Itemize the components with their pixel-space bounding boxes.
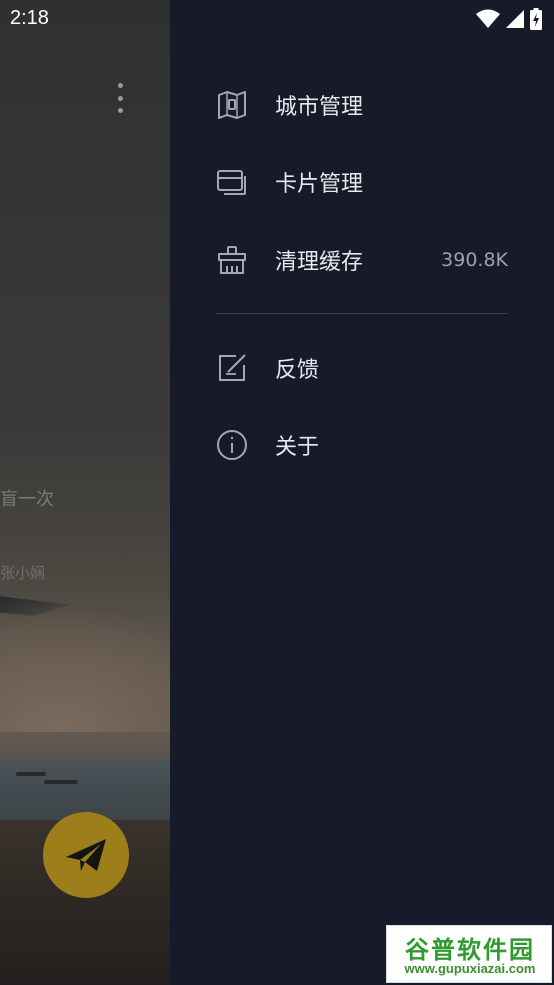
map-icon	[216, 89, 248, 121]
navigation-drawer: 城市管理 卡片管理 清理缓存 390.8K 反馈 关于	[170, 0, 554, 985]
drawer-item-city-management[interactable]: 城市管理	[170, 75, 554, 135]
info-icon	[216, 429, 248, 461]
drawer-item-label: 关于	[275, 435, 320, 460]
watermark-url: www.gupuxiazai.com	[404, 961, 536, 976]
background-app-scrim[interactable]: 盲一次 张小娴	[0, 0, 170, 985]
background-boat	[44, 780, 78, 784]
drawer-item-about[interactable]: 关于	[170, 415, 554, 475]
status-bar: 2:18	[0, 0, 554, 38]
cache-size-value: 390.8K	[441, 249, 508, 271]
drawer-item-label: 反馈	[275, 358, 320, 383]
broom-icon	[216, 244, 248, 276]
feedback-edit-icon	[216, 352, 248, 384]
cellular-signal-icon	[506, 10, 524, 28]
quote-author: 张小娴	[0, 564, 46, 582]
drawer-item-clear-cache[interactable]: 清理缓存 390.8K	[170, 230, 554, 290]
quote-text: 盲一次	[0, 489, 54, 510]
cards-icon	[216, 166, 248, 198]
overflow-menu-icon[interactable]	[108, 80, 132, 116]
drawer-item-label: 卡片管理	[275, 172, 364, 197]
drawer-item-card-management[interactable]: 卡片管理	[170, 152, 554, 212]
send-fab-button[interactable]	[43, 812, 129, 898]
drawer-item-label: 城市管理	[275, 95, 364, 120]
watermark-logo: 谷普软件园 www.gupuxiazai.com	[386, 925, 552, 983]
send-icon	[66, 839, 106, 871]
drawer-divider	[216, 313, 508, 314]
status-time: 2:18	[10, 7, 49, 29]
background-water	[0, 760, 170, 820]
battery-charging-icon	[530, 8, 542, 30]
drawer-item-label: 清理缓存	[275, 250, 364, 275]
drawer-item-feedback[interactable]: 反馈	[170, 338, 554, 398]
watermark-title: 谷普软件园	[405, 936, 535, 964]
wifi-icon	[476, 9, 500, 28]
background-boat	[16, 772, 46, 776]
background-dune	[0, 612, 170, 732]
